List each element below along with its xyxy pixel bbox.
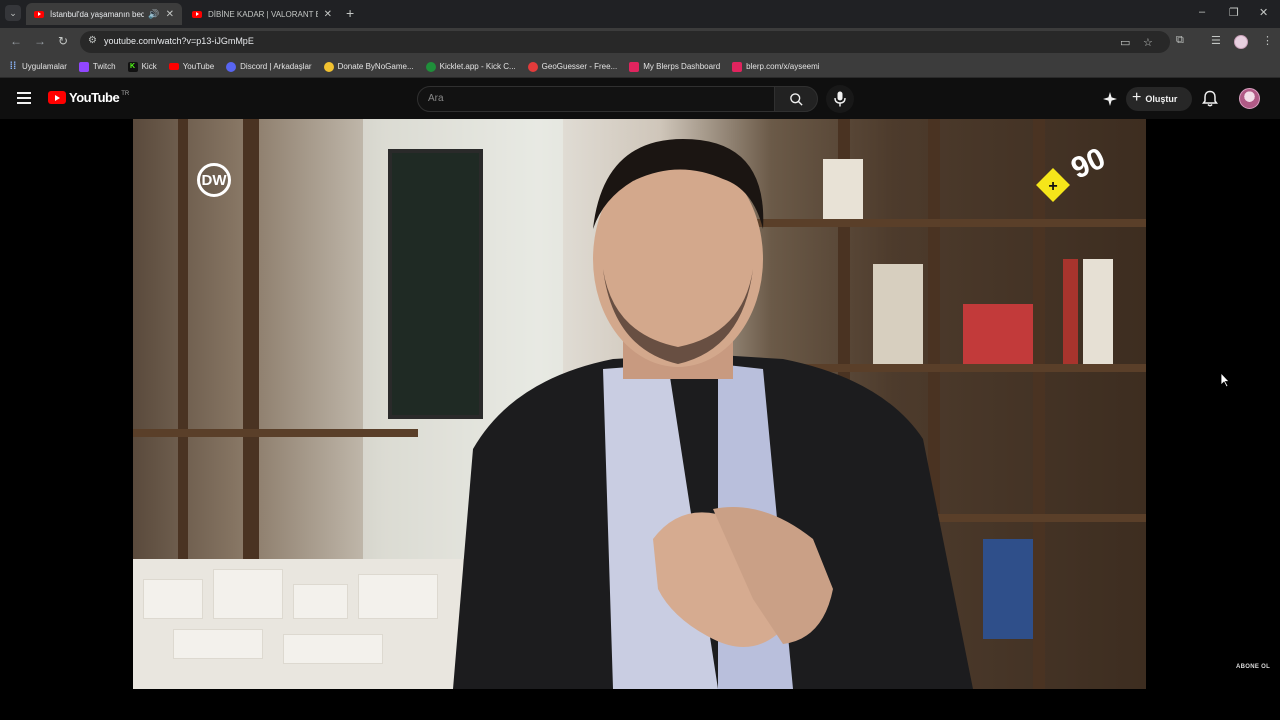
browser-tab-active[interactable]: İstanbul'da yaşamanın bedeli 🔊 ✕ (26, 3, 182, 25)
tab-title: DİBİNE KADAR | VALORANT ED (208, 9, 318, 19)
youtube-masthead: YouTube TR + Oluştur (0, 79, 1280, 119)
architectural-model (133, 559, 463, 689)
bookmarks-bar: ⁞⁞ Uygulamalar Twitch K Kick YouTube Disco… (0, 56, 1280, 78)
dw-logo: DW (197, 163, 231, 197)
browser-menu-icon[interactable]: ⋮ (1262, 34, 1273, 47)
svg-text:+: + (1048, 178, 1057, 195)
search-box (417, 86, 775, 112)
close-window-icon[interactable]: ✕ (1259, 6, 1268, 19)
youtube-icon (192, 10, 202, 18)
search-icon (790, 93, 803, 106)
create-label: Oluştur (1145, 94, 1178, 104)
browser-toolbar: ← → ↻ ⚙ youtube.com/watch?v=p13-iJGmMpE … (0, 28, 1280, 56)
site-info-icon[interactable]: ⚙ (88, 35, 97, 46)
forward-arrow-icon[interactable]: → (34, 34, 46, 48)
extensions-icon[interactable]: ⧉ (1176, 34, 1184, 47)
twitch-icon (78, 61, 89, 72)
search-input[interactable] (428, 93, 758, 104)
bookmark-item[interactable]: Kicklet.app - Kick C... (425, 61, 516, 72)
bookmark-item[interactable]: Donate ByNoGame... (323, 61, 414, 72)
svg-text:90: 90 (1066, 143, 1110, 186)
youtube-wordmark: YouTube (69, 90, 120, 105)
sparkle-icon[interactable] (1102, 91, 1118, 107)
youtube-icon (48, 91, 66, 104)
kicklet-icon (425, 61, 436, 72)
youtube-icon (34, 10, 44, 18)
bookmark-star-icon[interactable]: ☆ (1143, 36, 1153, 49)
youtube-logo[interactable]: YouTube TR (48, 90, 129, 105)
reload-icon[interactable]: ↻ (58, 34, 68, 48)
account-avatar[interactable] (1239, 88, 1260, 109)
bookmark-item[interactable]: GeoGuesser - Free... (527, 61, 617, 72)
media-queue-icon[interactable]: ☰ (1211, 34, 1221, 47)
microphone-icon (834, 91, 846, 107)
minimize-icon[interactable]: – (1199, 6, 1205, 18)
notifications-bell-icon[interactable] (1202, 90, 1218, 108)
wood-shelf (133, 429, 418, 437)
guide-menu-icon[interactable] (17, 92, 31, 107)
bookmark-item[interactable]: ⁞⁞ Uygulamalar (8, 61, 67, 72)
video-player[interactable]: DW + 90 (133, 119, 1146, 689)
url-text: youtube.com/watch?v=p13-iJGmMpE (104, 36, 254, 46)
book (1063, 259, 1078, 364)
close-tab-icon[interactable]: ✕ (324, 9, 332, 20)
create-button[interactable]: + Oluştur (1126, 87, 1192, 111)
back-arrow-icon[interactable]: ← (10, 34, 22, 48)
bookmark-item[interactable]: K Kick (127, 61, 157, 72)
restore-icon[interactable]: ❐ (1229, 6, 1239, 19)
country-code: TR (121, 90, 130, 97)
tab-title: İstanbul'da yaşamanın bedeli (50, 9, 145, 19)
blerp-icon (732, 61, 743, 72)
voice-search-button[interactable] (826, 85, 854, 113)
bookmark-item[interactable]: YouTube (168, 62, 214, 71)
geoguesser-icon (527, 61, 538, 72)
bookshelf-column (1033, 119, 1045, 689)
browser-tab[interactable]: DİBİNE KADAR | VALORANT ED ✕ (184, 3, 340, 25)
speaker-icon[interactable]: 🔊 (148, 9, 159, 20)
new-tab-button[interactable]: + (346, 5, 354, 21)
blerp-icon (629, 61, 640, 72)
bookmark-item[interactable]: blerp.com/x/ayseemi (732, 61, 820, 72)
plus-icon: + (1132, 89, 1142, 106)
discord-icon (226, 61, 237, 72)
kick-icon: K (127, 61, 138, 72)
browser-profile-avatar[interactable] (1234, 35, 1248, 49)
plus90-logo: + 90 (1036, 143, 1110, 202)
search-button[interactable] (774, 86, 818, 112)
bookmark-item[interactable]: My Blerps Dashboard (629, 61, 720, 72)
bookmark-item[interactable]: Discord | Arkadaşlar (226, 61, 312, 72)
address-bar[interactable]: ⚙ youtube.com/watch?v=p13-iJGmMpE ▭ ☆ (80, 31, 1170, 53)
youtube-icon (168, 63, 179, 70)
cast-icon[interactable]: ▭ (1120, 36, 1130, 49)
browser-tab-strip: ⌄ İstanbul'da yaşamanın bedeli 🔊 ✕ DİBİN… (0, 0, 1280, 28)
presenter (453, 139, 973, 689)
close-tab-icon[interactable]: ✕ (166, 9, 174, 20)
dw-logo-text: DW (197, 163, 231, 197)
book (1083, 259, 1113, 364)
mouse-cursor-icon (1220, 372, 1230, 388)
bynogame-icon (323, 61, 334, 72)
apps-grid-icon: ⁞⁞ (9, 61, 17, 72)
bookmark-item[interactable]: Twitch (78, 61, 116, 72)
subscribe-watermark[interactable]: ABONE OL (1236, 664, 1270, 670)
tab-search-button[interactable]: ⌄ (5, 5, 21, 21)
